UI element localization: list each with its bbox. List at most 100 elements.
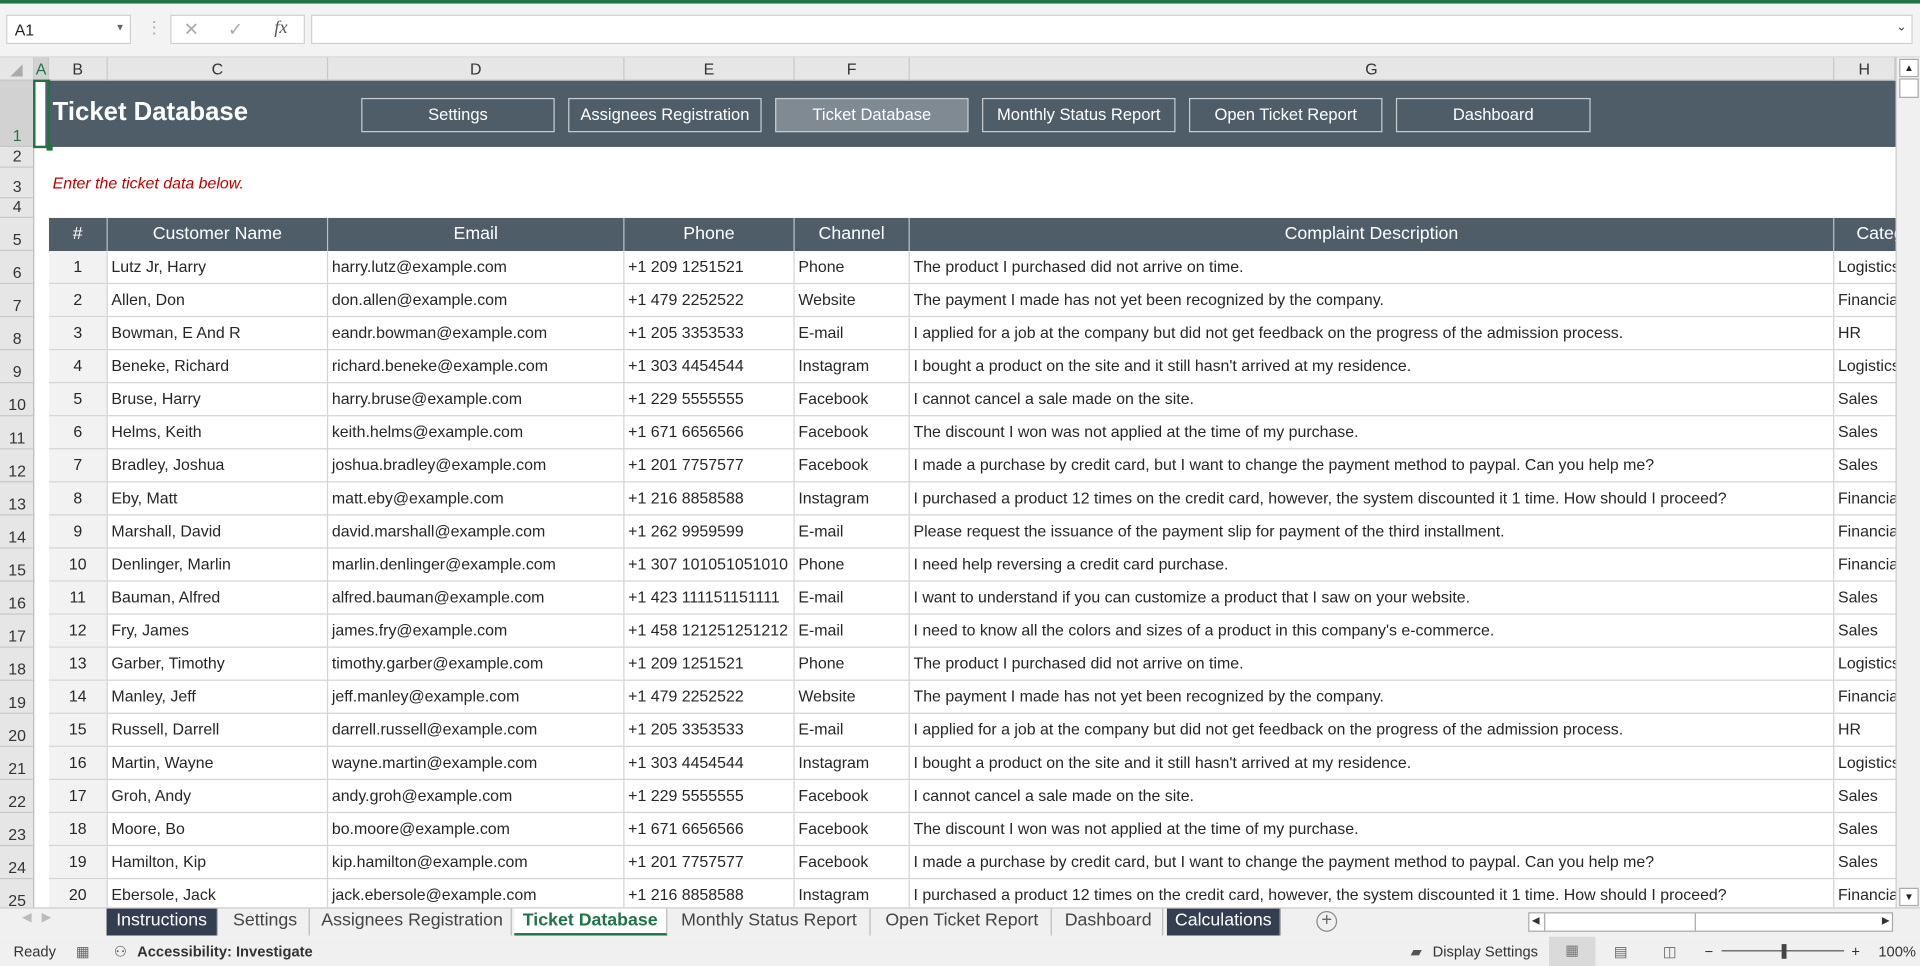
cell-category[interactable]: Financial <box>1834 681 1896 714</box>
cell-phone[interactable]: +1 262 9959599 <box>624 515 795 549</box>
cell-complaint-description[interactable]: I made a purchase by credit card, but I … <box>909 846 1835 880</box>
zoom-slider-thumb[interactable] <box>1781 944 1787 959</box>
scroll-right-icon[interactable]: ▶ <box>1882 915 1890 926</box>
cell-channel[interactable]: Website <box>794 284 910 318</box>
cell-phone[interactable]: +1 209 1251521 <box>624 647 795 681</box>
cell-complaint-description[interactable]: I made a purchase by credit card, but I … <box>909 449 1835 483</box>
scroll-down-icon[interactable]: ▼ <box>1899 887 1919 907</box>
cell-ticket-number[interactable]: 12 <box>48 614 108 648</box>
cell-phone[interactable]: +1 303 4454544 <box>624 746 795 781</box>
cell-email[interactable]: james.fry@example.com <box>328 614 625 648</box>
cell-complaint-description[interactable]: Please request the issuance of the payme… <box>909 515 1835 549</box>
cell-channel[interactable]: E-mail <box>794 581 910 615</box>
cell-email[interactable]: jack.ebersole@example.com <box>328 879 625 908</box>
row-header-16[interactable]: 16 <box>0 582 35 615</box>
cell-email[interactable]: alfred.bauman@example.com <box>328 581 625 615</box>
zoom-in-icon[interactable]: + <box>1851 943 1860 960</box>
cell-customer-name[interactable]: Denlinger, Marlin <box>107 548 329 582</box>
cell-channel[interactable]: E-mail <box>794 614 910 648</box>
nav-button-assignees-registration[interactable]: Assignees Registration <box>568 97 762 133</box>
cell-ticket-number[interactable]: 18 <box>48 813 108 847</box>
sheet-nav-arrows-icon[interactable]: ◀ ▶ <box>22 911 51 924</box>
column-header-g[interactable]: G <box>910 57 1835 81</box>
row-header-19[interactable]: 19 <box>0 681 35 714</box>
cell-category[interactable]: HR <box>1834 317 1896 351</box>
cell-email[interactable]: jeff.manley@example.com <box>328 680 625 714</box>
cell-ticket-number[interactable]: 5 <box>48 383 108 417</box>
cell-complaint-description[interactable]: I need to know all the colors and sizes … <box>909 614 1835 648</box>
sheet-tab-instructions[interactable]: Instructions <box>106 908 218 936</box>
cell-email[interactable]: andy.groh@example.com <box>328 780 625 814</box>
cell-email[interactable]: timothy.garber@example.com <box>328 647 625 681</box>
cell-phone[interactable]: +1 216 8858588 <box>624 879 795 908</box>
cell-complaint-description[interactable]: I need help reversing a credit card purc… <box>909 548 1835 582</box>
sheet-tab-assignees-registration[interactable]: Assignees Registration <box>313 908 512 936</box>
cell-channel[interactable]: Instagram <box>794 482 910 516</box>
zoom-out-icon[interactable]: − <box>1704 943 1713 960</box>
cell-complaint-description[interactable]: I purchased a product 12 times on the cr… <box>910 879 1835 908</box>
scroll-thumb[interactable] <box>1899 78 1919 98</box>
row-header-21[interactable]: 21 <box>0 747 35 781</box>
cell-customer-name[interactable]: Bradley, Joshua <box>107 449 329 483</box>
cell-channel[interactable]: Instagram <box>795 879 910 908</box>
scroll-thumb[interactable] <box>1544 913 1696 931</box>
cell-ticket-number[interactable]: 1 <box>48 251 108 285</box>
cell-complaint-description[interactable]: I purchased a product 12 times on the cr… <box>909 482 1835 516</box>
row-header-4[interactable]: 4 <box>0 197 35 218</box>
cell-category[interactable]: Logistics <box>1834 747 1896 781</box>
row-header-24[interactable]: 24 <box>0 846 35 880</box>
row-header-5[interactable]: 5 <box>0 218 35 252</box>
cell-email[interactable]: joshua.bradley@example.com <box>328 449 625 483</box>
cell-customer-name[interactable]: Beneke, Richard <box>107 350 329 384</box>
cell-phone[interactable]: +1 307 101051051010 <box>624 548 795 582</box>
cell-customer-name[interactable]: Hamilton, Kip <box>107 846 329 880</box>
row-header-10[interactable]: 10 <box>0 383 35 417</box>
sheet-tab-dashboard[interactable]: Dashboard <box>1054 908 1164 936</box>
cell-category[interactable]: Financial <box>1834 284 1896 318</box>
cell-customer-name[interactable]: Bruse, Harry <box>107 383 329 417</box>
cell-phone[interactable]: +1 479 2252522 <box>624 680 795 714</box>
cell-channel[interactable]: Website <box>794 680 910 714</box>
cell-customer-name[interactable]: Bowman, E And R <box>107 317 329 351</box>
row-header-9[interactable]: 9 <box>0 350 35 384</box>
cell-complaint-description[interactable]: The discount I won was not applied at th… <box>909 416 1835 450</box>
cell-customer-name[interactable]: Ebersole, Jack <box>108 879 329 908</box>
cell-customer-name[interactable]: Fry, James <box>107 614 329 648</box>
page-layout-icon[interactable]: ▤ <box>1614 943 1628 960</box>
cell-email[interactable]: richard.beneke@example.com <box>328 350 625 384</box>
cell-ticket-number[interactable]: 17 <box>48 780 108 814</box>
cell-customer-name[interactable]: Lutz Jr, Harry <box>107 251 329 285</box>
cell-ticket-number[interactable]: 16 <box>48 746 108 781</box>
row-header-18[interactable]: 18 <box>0 648 35 681</box>
cell-complaint-description[interactable]: The payment I made has not yet been reco… <box>909 680 1835 714</box>
cell-email[interactable]: harry.bruse@example.com <box>328 383 625 417</box>
horizontal-scrollbar[interactable]: ◀ ▶ <box>1528 912 1894 932</box>
cell-ticket-number[interactable]: 2 <box>48 284 108 318</box>
cell-category[interactable]: Logistics <box>1834 251 1896 285</box>
cell-customer-name[interactable]: Moore, Bo <box>107 813 329 847</box>
row-header-20[interactable]: 20 <box>0 714 35 747</box>
cell-category[interactable]: Financial <box>1834 549 1896 582</box>
column-header-e[interactable]: E <box>624 57 795 81</box>
cell-ticket-number[interactable]: 11 <box>48 581 108 615</box>
cell-phone[interactable]: +1 423 111151151111 <box>624 581 795 615</box>
row-header-8[interactable]: 8 <box>0 317 35 351</box>
sheet-tab-open-ticket-report[interactable]: Open Ticket Report <box>873 908 1052 936</box>
cell-ticket-number[interactable]: 6 <box>48 416 108 450</box>
cell-category[interactable]: Financial <box>1834 879 1896 907</box>
cell-complaint-description[interactable]: The product I purchased did not arrive o… <box>909 251 1835 285</box>
page-break-preview-icon[interactable]: ◫ <box>1663 943 1677 960</box>
nav-button-ticket-database[interactable]: Ticket Database <box>775 97 969 133</box>
display-settings-button[interactable]: Display Settings <box>1433 943 1538 960</box>
cell-channel[interactable]: Instagram <box>794 350 910 384</box>
cell-category[interactable]: Logistics <box>1834 648 1896 681</box>
cell-channel[interactable]: Phone <box>794 251 910 285</box>
cell-ticket-number[interactable]: 14 <box>48 680 108 714</box>
name-box[interactable]: A1 ▼ <box>6 14 132 45</box>
cell-email[interactable]: david.marshall@example.com <box>328 515 625 549</box>
cell-email[interactable]: bo.moore@example.com <box>328 813 625 847</box>
select-all-button[interactable]: ◢ <box>0 57 35 81</box>
cell-ticket-number[interactable]: 3 <box>48 317 108 351</box>
cell-email[interactable]: darrell.russell@example.com <box>328 713 625 747</box>
cell-channel[interactable]: Facebook <box>794 846 910 880</box>
